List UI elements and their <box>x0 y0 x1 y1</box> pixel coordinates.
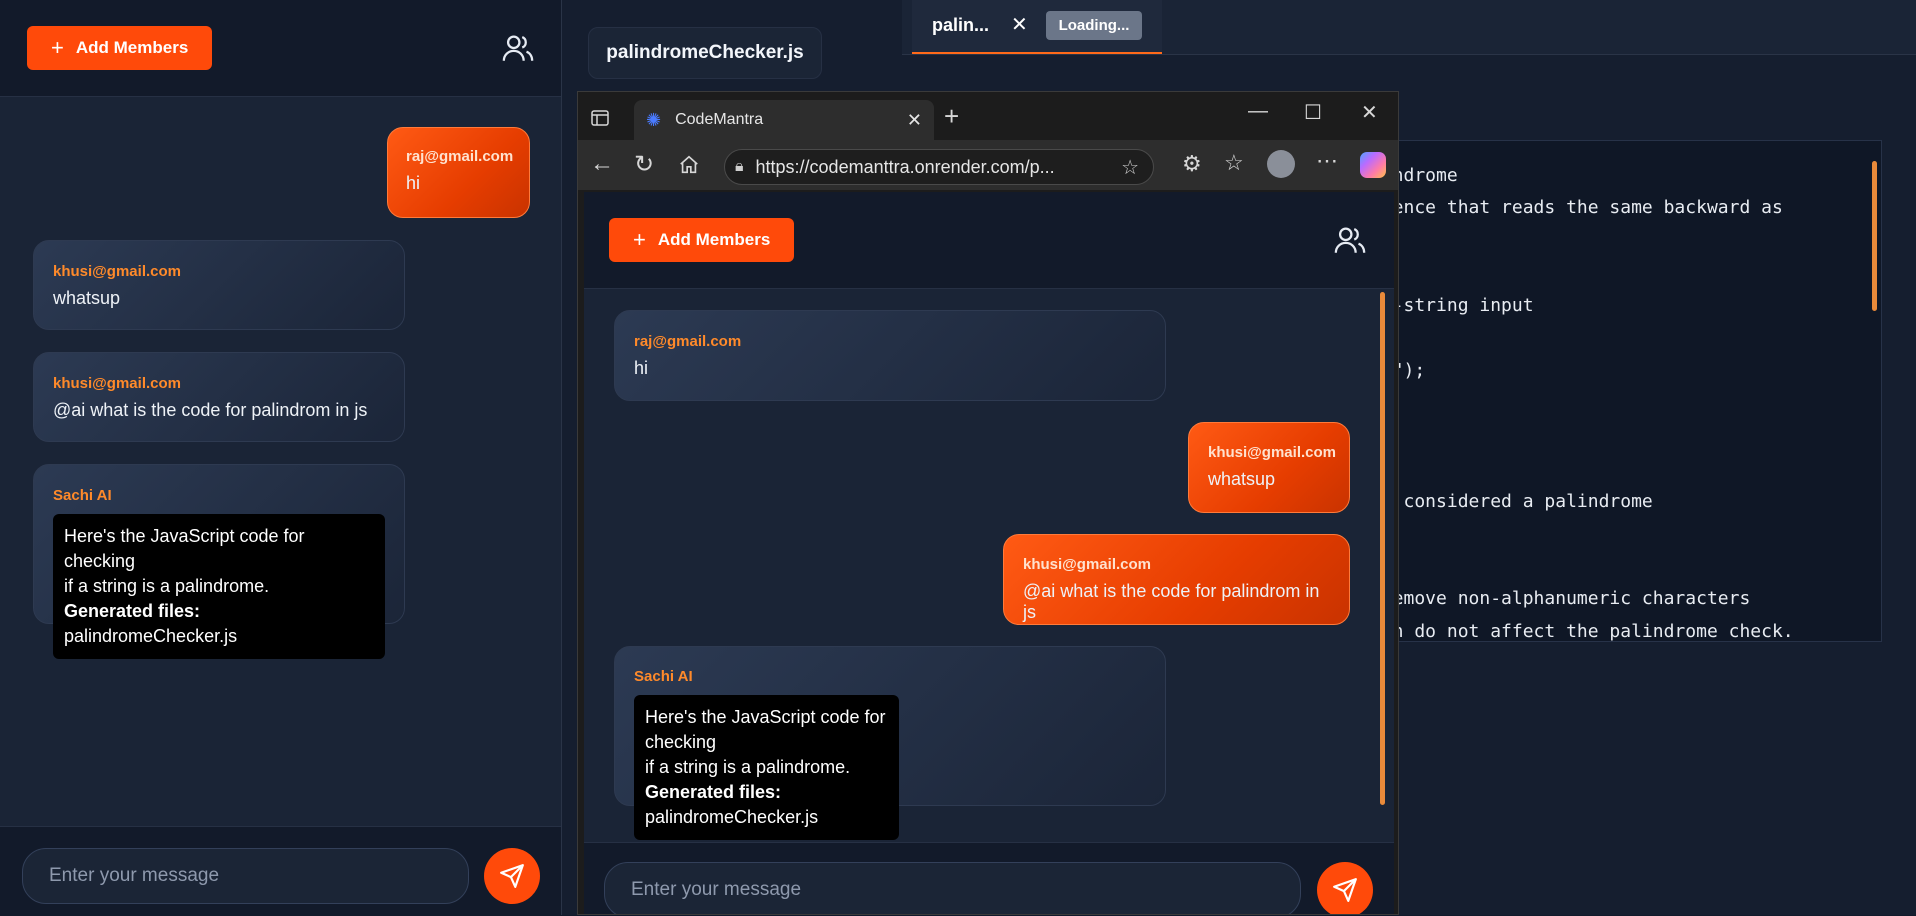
ai-text-line: if a string is a palindrome. <box>64 576 270 596</box>
message-sender: khusi@gmail.com <box>1208 444 1336 461</box>
refresh-icon[interactable]: ↻ <box>634 150 654 179</box>
message-input-placeholder: Enter your message <box>631 879 802 900</box>
message-bubble: raj@gmail.com hi <box>387 127 530 218</box>
message-text: whatsup <box>1208 469 1276 489</box>
message-text: @ai what is the code for palindrom in js <box>53 400 368 420</box>
message-bubble: khusi@gmail.com whatsup <box>1188 422 1350 513</box>
editor-tab-palindrome[interactable]: palin... ✕ Loading... <box>912 0 1162 54</box>
more-options-icon[interactable]: ⋯ <box>1316 148 1338 174</box>
ai-response-box: Here's the JavaScript code for checking … <box>53 514 385 659</box>
home-icon[interactable] <box>678 154 700 176</box>
message-sender: Sachi AI <box>634 668 693 685</box>
message-input-placeholder: Enter your message <box>49 865 220 886</box>
ai-text-line: Here's the JavaScript code for checking <box>645 707 886 752</box>
page-viewport: + Add Members raj@gmail.com hi khusi@gma… <box>584 192 1394 914</box>
ai-text-line: Here's the JavaScript code for checking <box>64 526 305 571</box>
message-input[interactable]: Enter your message <box>604 862 1301 914</box>
profile-avatar[interactable] <box>1267 150 1295 178</box>
add-members-label: Add Members <box>657 230 771 249</box>
back-icon[interactable]: ← <box>590 150 614 178</box>
new-tab-icon[interactable]: + <box>944 101 959 132</box>
maximize-icon[interactable]: ☐ <box>1304 100 1322 125</box>
editor-tab-label: palin... <box>932 15 990 35</box>
code-line: ion do not affect the palindrome check. <box>1371 621 1794 642</box>
message-sender: Sachi AI <box>53 487 112 504</box>
site-favicon: ✺ <box>646 109 662 130</box>
favorites-icon[interactable]: ☆ <box>1224 150 1244 176</box>
generated-files-line: Generated files: palindromeChecker.js <box>64 599 374 649</box>
loading-button[interactable]: Loading... <box>1046 11 1142 40</box>
file-tab-palindrome[interactable]: palindromeChecker.js <box>588 27 822 79</box>
code-line: quence that reads the same backward as <box>1371 197 1783 218</box>
ai-text-line: if a string is a palindrome. <box>645 757 851 777</box>
send-button[interactable] <box>484 848 540 904</box>
add-members-label: Add Members <box>75 38 189 57</box>
message-bubble: khusi@gmail.com @ai what is the code for… <box>33 352 405 442</box>
add-members-button[interactable]: + Add Members <box>27 26 213 70</box>
url-text: https://codemanttra.onrender.com/p... <box>755 156 1055 177</box>
message-sender: raj@gmail.com <box>634 333 742 350</box>
tab-actions-icon[interactable] <box>590 108 610 128</box>
lock-icon: 🔒︎ <box>735 158 744 175</box>
extensions-icon[interactable]: ⚙ <box>1182 151 1202 177</box>
code-editor[interactable]: lindrome quence that reads the same back… <box>1360 140 1882 642</box>
browser-window: ✺ CodeMantra ✕ + — ☐ ✕ ← ↻ ⚙ ☆ ⋯ 🔒︎ http… <box>577 91 1399 915</box>
message-bubble: khusi@gmail.com @ai what is the code for… <box>1003 534 1350 625</box>
message-sender: khusi@gmail.com <box>53 375 181 392</box>
ai-message-bubble: Sachi AI Here's the JavaScript code for … <box>614 646 1166 840</box>
close-tab-icon[interactable]: ✕ <box>1011 12 1028 37</box>
message-input[interactable]: Enter your message <box>22 848 469 904</box>
send-button[interactable] <box>1317 862 1373 914</box>
message-sender: khusi@gmail.com <box>1023 556 1151 573</box>
generated-file-name: palindromeChecker.js <box>645 807 819 827</box>
send-icon <box>500 864 524 888</box>
chat-header: + Add Members <box>0 0 561 97</box>
close-browser-tab-icon[interactable]: ✕ <box>907 110 922 131</box>
browser-tab-title: CodeMantra <box>675 111 764 128</box>
app-header: + Add Members <box>584 192 1394 289</box>
message-text: @ai what is the code for palindrom in js <box>1023 581 1320 622</box>
message-text: hi <box>634 358 649 378</box>
message-sender: raj@gmail.com <box>406 148 514 165</box>
message-text: whatsup <box>53 288 121 308</box>
message-bubble: khusi@gmail.com whatsup <box>33 240 405 330</box>
chat-scrollbar[interactable] <box>1380 292 1385 805</box>
generated-files-label: Generated files: <box>645 782 782 802</box>
copilot-icon[interactable] <box>1360 152 1386 178</box>
users-icon[interactable] <box>1333 223 1367 257</box>
ai-response-box: Here's the JavaScript code for checking … <box>634 695 899 840</box>
message-sender: khusi@gmail.com <box>53 263 181 280</box>
favorite-star-icon[interactable]: ☆ <box>1121 155 1139 180</box>
chat-panel: + Add Members raj@gmail.com hi khusi@gma… <box>0 0 562 916</box>
close-window-icon[interactable]: ✕ <box>1361 100 1378 125</box>
code-scrollbar[interactable] <box>1872 161 1877 311</box>
plus-icon: + <box>633 227 646 252</box>
file-tab-label: palindromeChecker.js <box>606 42 804 63</box>
generated-files-label: Generated files: <box>64 601 201 621</box>
add-members-button[interactable]: + Add Members <box>609 218 795 262</box>
minimize-icon[interactable]: — <box>1248 100 1268 123</box>
users-icon[interactable] <box>501 31 535 65</box>
address-bar[interactable]: 🔒︎ https://codemanttra.onrender.com/p...… <box>724 149 1154 185</box>
generated-files-line: Generated files: palindromeChecker.js <box>645 780 888 830</box>
message-bubble: raj@gmail.com hi <box>614 310 1166 401</box>
message-text: hi <box>406 173 421 193</box>
ai-message-bubble: Sachi AI Here's the JavaScript code for … <box>33 464 405 659</box>
generated-file-name: palindromeChecker.js <box>64 626 238 646</box>
loading-label: Loading... <box>1058 17 1130 34</box>
browser-tab[interactable]: ✺ CodeMantra ✕ <box>634 100 934 140</box>
browser-tab-bar: ✺ CodeMantra ✕ + — ☐ ✕ <box>578 92 1398 140</box>
send-icon <box>1333 878 1357 902</box>
code-line: be considered a palindrome <box>1371 491 1653 512</box>
code-line: remove non-alphanumeric characters <box>1371 588 1751 609</box>
plus-icon: + <box>51 35 64 60</box>
